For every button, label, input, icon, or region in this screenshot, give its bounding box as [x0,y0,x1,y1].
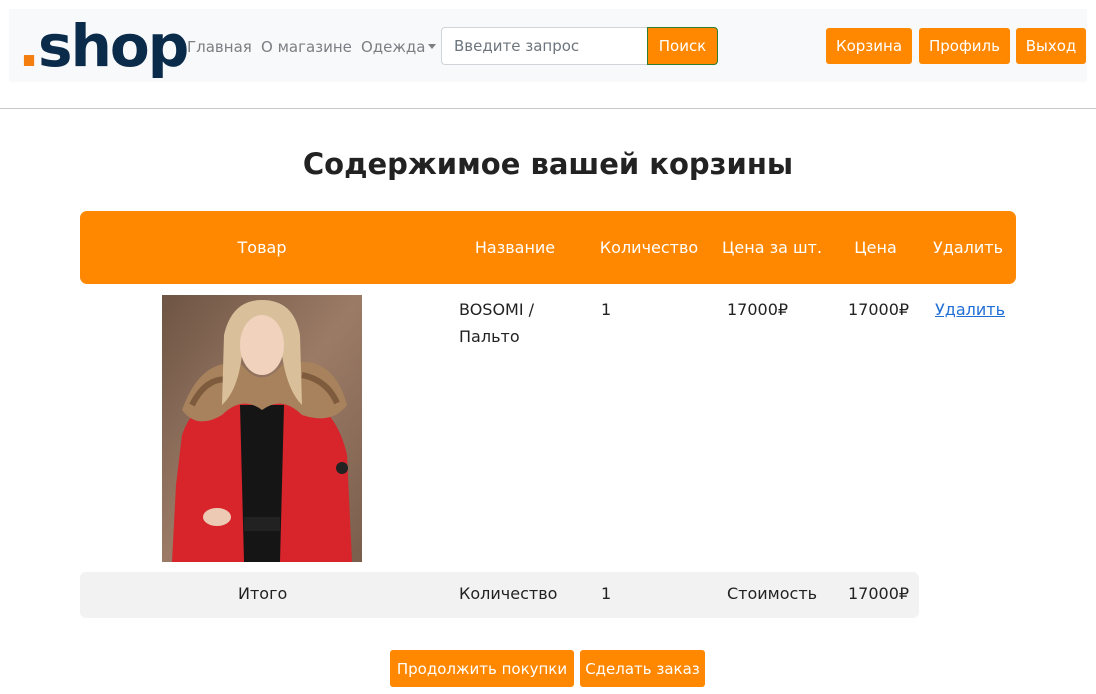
product-unit-price: 17000₽ [727,300,789,319]
chevron-down-icon [428,44,437,49]
total-label: Итого [238,584,288,603]
product-image [162,295,362,562]
logo-dot: . [18,11,40,80]
header-unit-price: Цена за шт. [721,237,823,257]
profile-button[interactable]: Профиль [919,28,1010,64]
cart-total-row: Итого Количество 1 Стоимость 17000₽ [80,572,919,618]
header-delete: Удалить [933,237,1003,257]
logo-text: shop [38,11,189,80]
nav-clothes-dropdown[interactable]: Одежда [361,38,437,56]
header-price: Цена [854,237,897,257]
search-input[interactable] [441,27,649,65]
total-cost-label: Стоимость [727,584,818,603]
total-quantity-label: Количество [459,584,558,603]
cart-table-header: Товар Название Количество Цена за шт. Це… [80,211,1016,284]
shop-logo[interactable]: . shop [18,9,189,82]
product-name: BOSOMI / Пальто [459,300,535,346]
nav-about-link[interactable]: О магазине [261,38,352,56]
navbar: .shop Главная О магазине Одежда Поиск Ко… [9,9,1087,82]
product-price: 17000₽ [848,300,910,319]
nav-home-link[interactable]: Главная [187,38,252,56]
header-name: Название [474,237,556,257]
search-button[interactable]: Поиск [647,27,718,65]
header-divider [0,108,1096,109]
total-cost: 17000₽ [848,584,910,603]
delete-link[interactable]: Удалить [935,296,1005,323]
place-order-button[interactable]: Сделать заказ [580,650,705,687]
continue-shopping-button[interactable]: Продолжить покупки [390,650,574,687]
product-quantity: 1 [601,300,612,319]
page-title: Содержимое вашей корзины [302,147,794,181]
nav-clothes-label: Одежда [361,38,426,56]
header-quantity: Количество [599,237,699,257]
logout-button[interactable]: Выход [1016,28,1086,64]
header-item: Товар [237,237,287,257]
cart-button[interactable]: Корзина [826,28,912,64]
total-quantity: 1 [601,584,612,603]
